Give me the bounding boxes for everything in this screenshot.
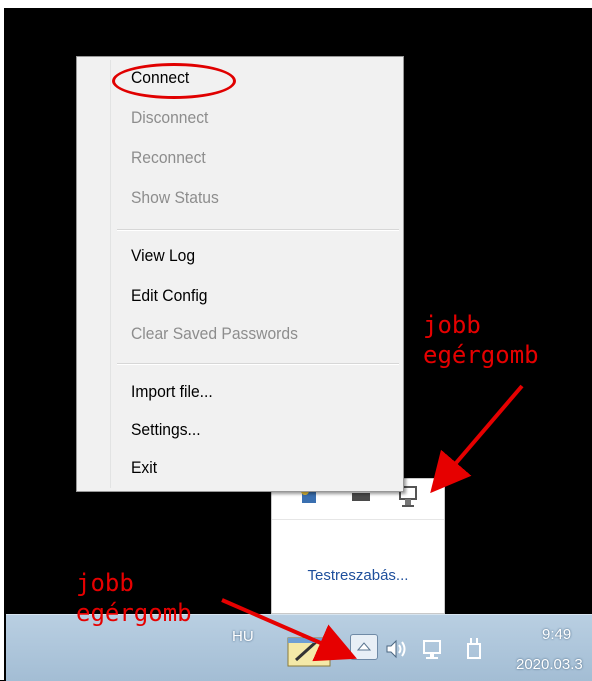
arrow-to-tray-icon	[430, 384, 524, 494]
annotation-arrows	[221, 384, 524, 662]
arrow-to-overflow-button	[221, 598, 358, 662]
